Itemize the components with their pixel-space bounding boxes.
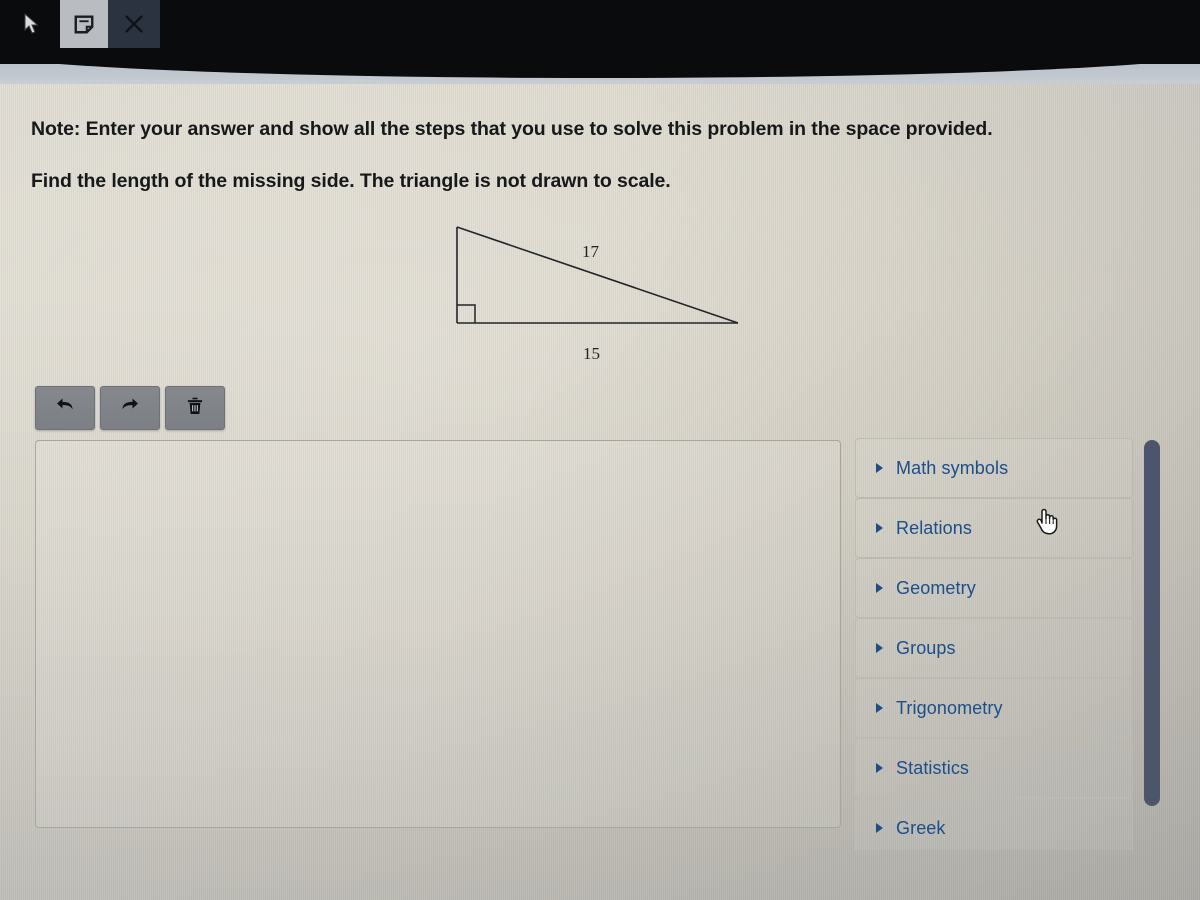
palette-item-statistics[interactable]: Statistics <box>855 738 1133 798</box>
redo-arrow-icon <box>119 396 141 421</box>
palette-item-label: Statistics <box>896 757 970 778</box>
chevron-right-icon <box>876 823 883 833</box>
snip-note-icon[interactable] <box>60 0 108 48</box>
palette-scrollbar-thumb[interactable] <box>1144 440 1160 806</box>
palette-item-geometry[interactable]: Geometry <box>855 558 1133 618</box>
delete-button[interactable] <box>165 386 225 430</box>
palette-item-label: Trigonometry <box>896 697 1003 718</box>
triangle-hypotenuse-label: 17 <box>582 242 599 261</box>
chevron-right-icon <box>876 643 883 653</box>
trash-can-icon <box>185 395 205 422</box>
palette-item-greek[interactable]: Greek <box>855 798 1133 850</box>
screenshot-root: Note: Enter your answer and show all the… <box>0 0 1200 900</box>
problem-instruction-text: Find the length of the missing side. The… <box>31 170 671 192</box>
answer-input-area[interactable] <box>35 440 841 828</box>
palette-item-math-symbols[interactable]: Math symbols <box>855 438 1133 498</box>
chevron-right-icon <box>876 463 883 473</box>
screen-bezel <box>0 0 1200 78</box>
palette-item-groups[interactable]: Groups <box>855 618 1133 678</box>
palette-item-label: Groups <box>896 637 956 658</box>
redo-button[interactable] <box>100 386 160 430</box>
undo-button[interactable] <box>35 386 95 430</box>
undo-arrow-icon <box>54 396 76 421</box>
palette-item-label: Geometry <box>896 577 976 598</box>
chevron-right-icon <box>876 703 883 713</box>
hand-pointer-cursor <box>1034 506 1060 536</box>
close-x-icon[interactable] <box>108 0 160 48</box>
chevron-right-icon <box>876 763 883 773</box>
palette-item-label: Math symbols <box>896 457 1009 478</box>
arrow-cursor-icon <box>18 0 46 48</box>
triangle-figure: 17 15 <box>430 205 770 385</box>
problem-note-text: Note: Enter your answer and show all the… <box>31 118 993 140</box>
palette-item-trigonometry[interactable]: Trigonometry <box>855 678 1133 738</box>
palette-item-relations[interactable]: Relations <box>855 498 1133 558</box>
triangle-base-label: 15 <box>583 344 600 363</box>
chevron-right-icon <box>876 583 883 593</box>
symbol-palette[interactable]: Math symbols Relations Geometry Groups T… <box>855 438 1133 850</box>
palette-item-label: Relations <box>896 517 972 538</box>
triangle-svg <box>456 226 739 324</box>
chevron-right-icon <box>876 523 883 533</box>
palette-item-label: Greek <box>896 817 946 838</box>
